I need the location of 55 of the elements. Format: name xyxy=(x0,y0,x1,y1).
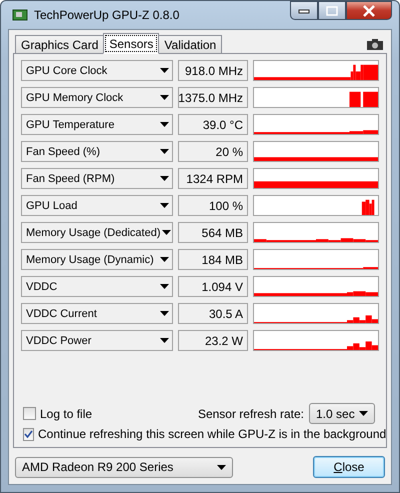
tab[interactable]: Sensors xyxy=(103,33,160,54)
close-button[interactable]: Close xyxy=(313,456,385,478)
window-title: TechPowerUp GPU-Z 0.8.0 xyxy=(34,8,180,22)
caret-icon xyxy=(160,284,169,289)
sensor-value: 39.0 °C xyxy=(178,114,248,135)
sensor-dropdown[interactable]: GPU Memory Clock xyxy=(21,87,173,108)
sensor-value: 23.2 W xyxy=(178,330,248,351)
sensor-dropdown[interactable]: GPU Load xyxy=(21,195,173,216)
caret-icon xyxy=(359,411,368,416)
caret-icon xyxy=(160,257,169,262)
caret-icon xyxy=(160,311,169,316)
sensor-value: 30.5 A xyxy=(178,303,248,324)
gpu-dropdown[interactable]: AMD Radeon R9 200 Series xyxy=(15,456,233,478)
sensor-value: 1324 RPM xyxy=(178,168,248,189)
sensor-dropdown[interactable]: Memory Usage (Dedicated) xyxy=(21,222,173,243)
sensor-value: 564 MB xyxy=(178,222,248,243)
sensor-value: 100 % xyxy=(178,195,248,216)
sensor-dropdown[interactable]: Fan Speed (RPM) xyxy=(21,168,173,189)
caret-icon xyxy=(160,338,169,343)
sensor-value: 1375.0 MHz xyxy=(178,87,248,108)
caret-icon xyxy=(160,176,169,181)
camera-icon[interactable] xyxy=(367,39,383,50)
checkbox[interactable] xyxy=(23,428,34,440)
close-icon xyxy=(362,4,376,16)
sensor-dropdown[interactable]: VDDC Power xyxy=(21,330,173,351)
caret-icon xyxy=(160,95,169,100)
close-button[interactable] xyxy=(346,1,392,20)
sensor-value: 1.094 V xyxy=(178,276,248,297)
caret-icon xyxy=(160,203,169,208)
sensor-dropdown[interactable]: Fan Speed (%) xyxy=(21,141,173,162)
caret-icon xyxy=(217,464,226,470)
caret-icon xyxy=(162,230,170,235)
graphics-card-icon xyxy=(12,8,28,22)
caret-icon xyxy=(160,68,169,73)
maximize-button[interactable] xyxy=(318,1,346,20)
sensor-value: 20 % xyxy=(178,141,248,162)
maximize-icon xyxy=(326,6,338,16)
tab[interactable]: Graphics Card xyxy=(15,35,104,53)
checkbox-label: Continue refreshing this screen while GPU-Z is in the background xyxy=(38,427,386,441)
checkbox-label: Log to file xyxy=(40,406,92,420)
caret-icon xyxy=(160,149,169,154)
sensor-dropdown[interactable]: VDDC Current xyxy=(21,303,173,324)
sensor-value: 184 MB xyxy=(178,249,248,270)
sensor-dropdown[interactable]: Memory Usage (Dynamic) xyxy=(21,249,173,270)
caret-icon xyxy=(160,122,169,127)
sensor-value: 918.0 MHz xyxy=(178,60,248,81)
refresh-rate-label: Sensor refresh rate: xyxy=(198,406,304,420)
sensor-dropdown[interactable]: GPU Temperature xyxy=(21,114,173,135)
minimize-button[interactable] xyxy=(290,1,318,20)
checkbox[interactable] xyxy=(23,407,36,420)
sensor-dropdown[interactable]: VDDC xyxy=(21,276,173,297)
refresh-rate-dropdown[interactable]: 1.0 sec xyxy=(309,403,375,424)
tab[interactable]: Validation xyxy=(158,35,222,53)
minimize-icon xyxy=(298,8,310,14)
sensor-dropdown[interactable]: GPU Core Clock xyxy=(21,60,173,81)
